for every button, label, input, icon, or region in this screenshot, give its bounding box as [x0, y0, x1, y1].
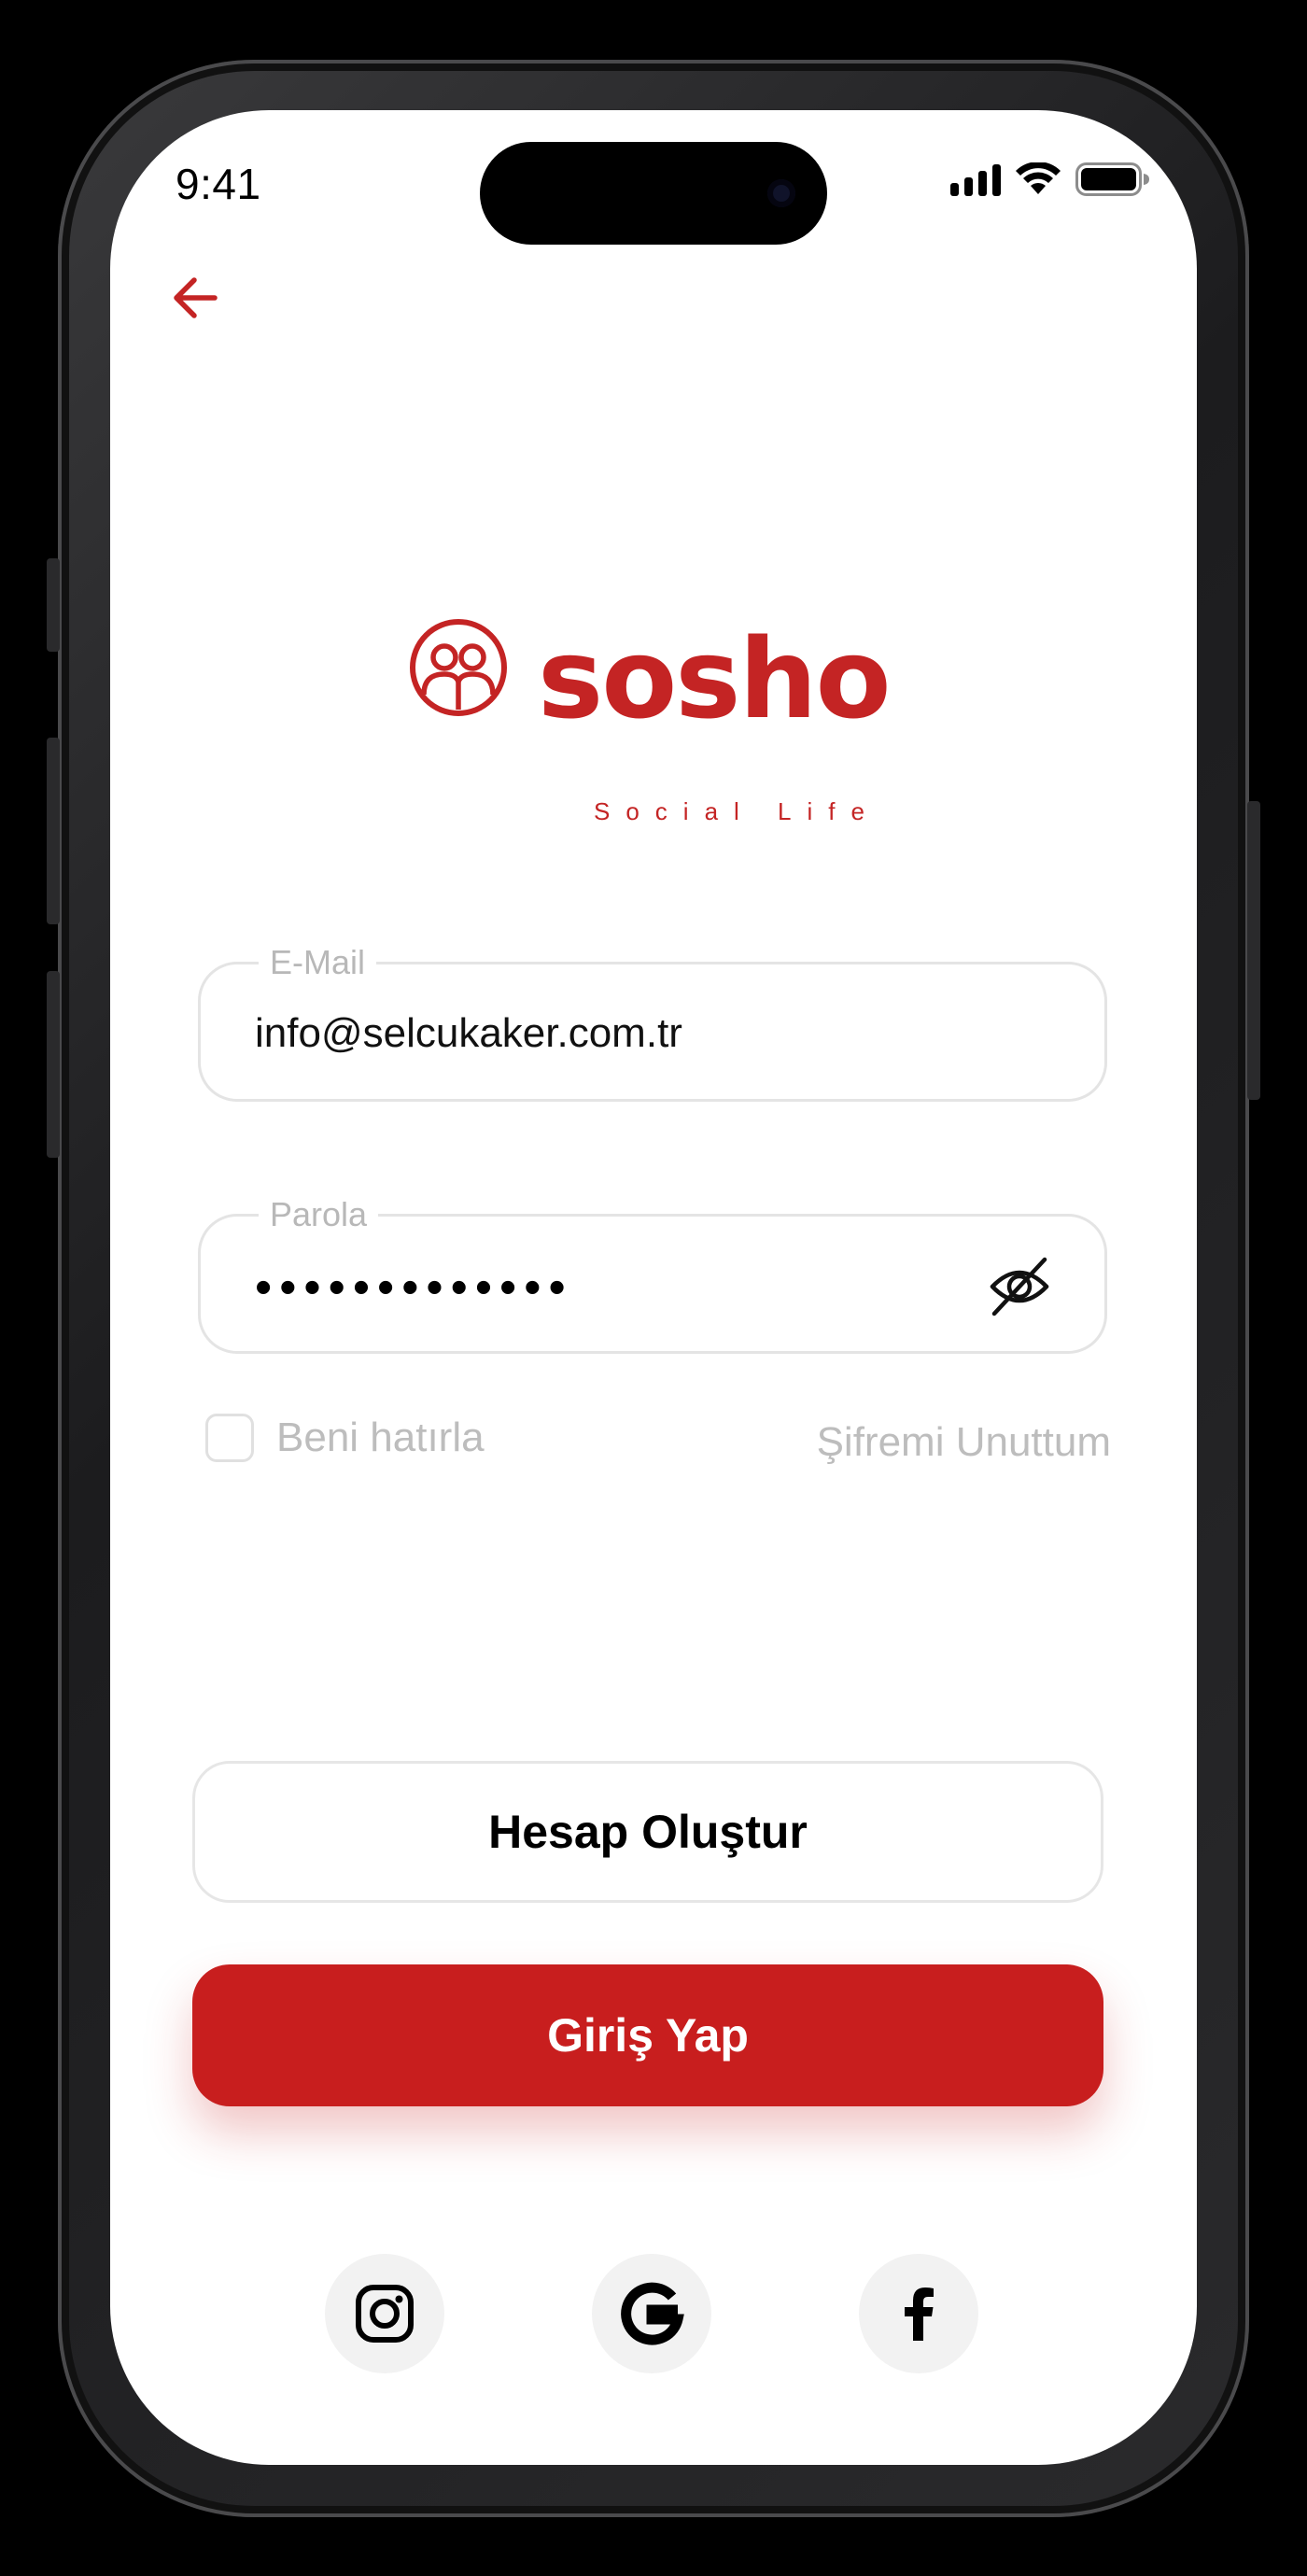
email-field[interactable]: E-Mail: [198, 942, 1107, 1102]
forgot-password-link[interactable]: Şifremi Unuttum: [817, 1419, 1111, 1466]
login-button[interactable]: Giriş Yap: [192, 1964, 1103, 2106]
google-login-button[interactable]: [592, 2254, 711, 2373]
community-logo-icon: [410, 619, 507, 716]
toggle-password-visibility-button[interactable]: [987, 1254, 1052, 1319]
password-input[interactable]: •••••••••••••: [255, 1263, 573, 1312]
email-label: E-Mail: [259, 942, 377, 983]
screen: 9:41 sosho Social Life E-Mail info@selcu…: [110, 110, 1197, 2465]
brand-logo: sosho Social Life: [407, 586, 911, 829]
facebook-icon: [905, 2287, 934, 2341]
remember-me[interactable]: Beni hatırla: [205, 1414, 485, 1462]
remember-me-label: Beni hatırla: [276, 1415, 485, 1460]
google-icon: [621, 2282, 684, 2345]
dynamic-island: [480, 142, 827, 245]
password-field[interactable]: Parola •••••••••••••: [198, 1194, 1107, 1354]
instagram-icon: [356, 2285, 414, 2343]
facebook-login-button[interactable]: [859, 2254, 978, 2373]
password-label: Parola: [259, 1194, 379, 1235]
front-camera: [767, 179, 795, 207]
cellular-signal-icon: [950, 162, 1001, 196]
status-icons: [950, 162, 1150, 196]
email-input[interactable]: [255, 1007, 964, 1060]
create-account-button[interactable]: Hesap Oluştur: [192, 1761, 1103, 1903]
eye-off-icon: [990, 1257, 1049, 1316]
battery-icon: [1075, 162, 1149, 196]
volume-down-button: [47, 971, 60, 1158]
back-arrow-icon: [174, 277, 218, 318]
remember-me-checkbox[interactable]: [205, 1414, 254, 1462]
wifi-icon: [1016, 162, 1061, 194]
silent-switch: [47, 558, 60, 652]
instagram-login-button[interactable]: [325, 2254, 444, 2373]
power-button: [1247, 801, 1260, 1100]
status-time: 9:41: [176, 160, 261, 208]
brand-tagline: Social Life: [594, 797, 880, 825]
volume-up-button: [47, 738, 60, 924]
back-button[interactable]: [166, 267, 228, 329]
brand-name: sosho: [538, 614, 892, 743]
